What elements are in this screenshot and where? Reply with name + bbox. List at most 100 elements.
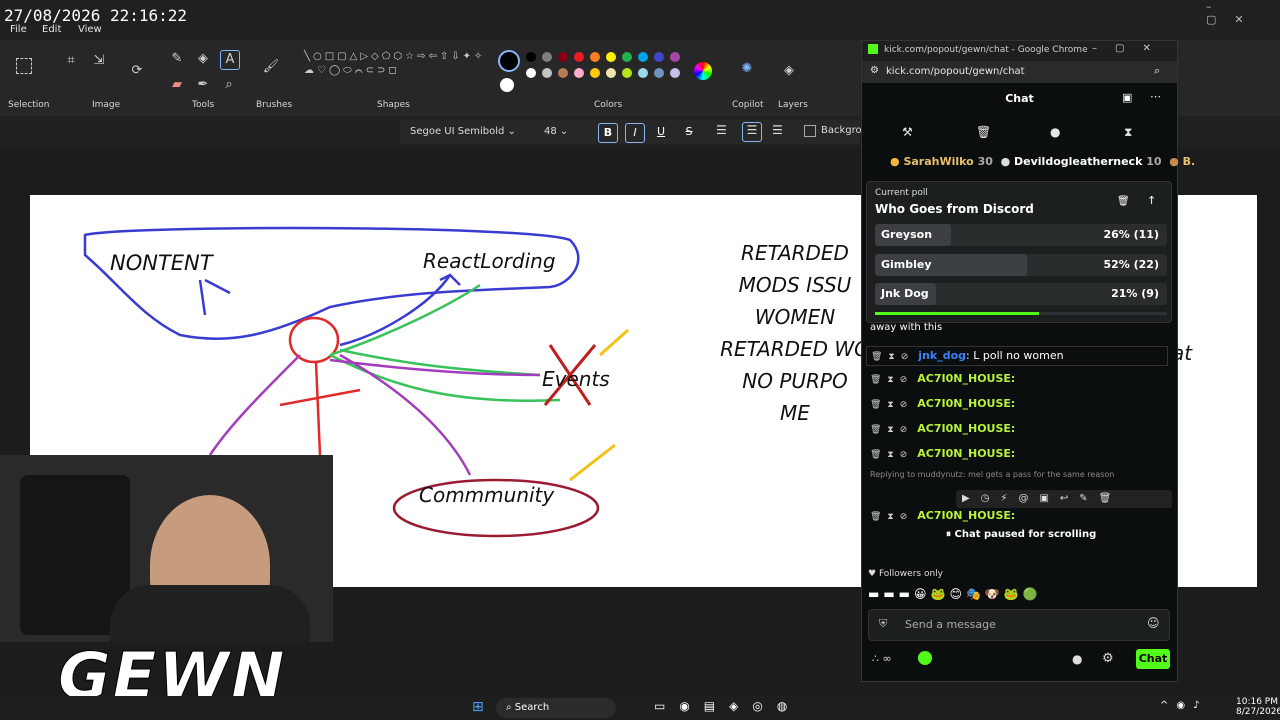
mod-actions-icon[interactable]: 🗑⧗⊘ [870, 512, 913, 522]
palette-swatch[interactable] [590, 52, 600, 62]
palette-swatch[interactable] [622, 68, 632, 78]
kick-icon[interactable] [918, 651, 932, 665]
palette-swatch[interactable] [670, 68, 680, 78]
window-controls[interactable]: –▢✕ [1206, 0, 1280, 26]
color-palette[interactable] [526, 52, 694, 92]
chat-message-2[interactable]: 🗑⧗⊘ AC7I0N_HOUSE: [870, 372, 1015, 385]
text-tool-icon[interactable]: A [220, 50, 240, 70]
palette-swatch[interactable] [558, 68, 568, 78]
color-picker-icon[interactable]: ✒ [194, 76, 212, 94]
crop-icon[interactable]: ⌗ [62, 52, 80, 70]
chrome-window-controls[interactable]: –▢✕ [1092, 43, 1169, 54]
points-icon[interactable]: ∴ ∞ [872, 652, 892, 665]
edit-colors-icon[interactable] [694, 62, 712, 80]
background-checkbox[interactable] [804, 125, 816, 137]
resize-icon[interactable]: ⇲ [90, 52, 108, 70]
mod-actions-icon[interactable]: 🗑⧗⊘ [870, 425, 913, 435]
palette-swatch[interactable] [574, 52, 584, 62]
chat-message-6[interactable]: 🗑⧗⊘ AC7I0N_HOUSE: [870, 509, 1015, 522]
color1-swatch[interactable] [498, 50, 520, 72]
underline-button[interactable]: U [652, 123, 670, 141]
start-icon[interactable]: ⊞ [472, 699, 484, 715]
palette-swatch[interactable] [622, 52, 632, 62]
message-2-user[interactable]: AC7I0N_HOUSE: [917, 372, 1015, 385]
font-dropdown[interactable]: Segoe UI Semibold ⌄ [404, 122, 532, 142]
align-left-icon[interactable]: ☰ [716, 123, 727, 137]
palette-swatch[interactable] [526, 68, 536, 78]
message-5-user[interactable]: AC7I0N_HOUSE: [917, 447, 1015, 460]
message-1-user[interactable]: jnk_dog [918, 349, 966, 362]
fill-icon[interactable]: ◈ [194, 50, 212, 68]
timer-icon[interactable]: ⧗ [1124, 125, 1132, 140]
hammer-icon[interactable]: ⚒ [902, 125, 913, 139]
more-icon[interactable]: ⋯ [1150, 90, 1161, 103]
palette-swatch[interactable] [526, 52, 536, 62]
font-size-dropdown[interactable]: 48 ⌄ [540, 122, 584, 142]
poll-progress-track [875, 312, 1167, 315]
palette-swatch[interactable] [606, 68, 616, 78]
kick-favicon-icon [868, 44, 878, 54]
address-bar[interactable]: ⚙ kick.com/popout/gewn/chat ⌕ [862, 61, 1177, 83]
message-3-user[interactable]: AC7I0N_HOUSE: [917, 397, 1015, 410]
bold-button[interactable]: B [598, 123, 618, 143]
zoom-icon[interactable]: ⌕ [1154, 64, 1160, 78]
palette-swatch[interactable] [638, 52, 648, 62]
palette-swatch[interactable] [654, 68, 664, 78]
palette-swatch[interactable] [590, 68, 600, 78]
palette-swatch[interactable] [542, 68, 552, 78]
palette-swatch[interactable] [638, 68, 648, 78]
chat-settings-bubble-icon[interactable]: ● [1072, 652, 1082, 666]
chat-message-1[interactable]: 🗑⧗⊘ jnk_dog: L poll no women [866, 346, 1168, 366]
chat-bubble-icon[interactable]: ● [1050, 125, 1060, 139]
chat-paused-banner[interactable]: ⏸ Chat paused for scrolling [946, 529, 1097, 540]
palette-swatch[interactable] [574, 68, 584, 78]
chat-message-5[interactable]: 🗑⧗⊘ AC7I0N_HOUSE: [870, 447, 1015, 460]
brush-icon[interactable]: 🖌 [262, 58, 280, 76]
strikethrough-button[interactable]: S [680, 123, 698, 141]
align-center-icon[interactable]: ☰ [742, 122, 762, 142]
message-action-bar[interactable]: ▶◷⚡@▣↩✎🗑 [956, 490, 1172, 508]
chat-message-4[interactable]: 🗑⧗⊘ AC7I0N_HOUSE: [870, 422, 1015, 435]
eraser-icon[interactable]: ▰ [168, 76, 186, 94]
emoji-icon[interactable]: ☺ [1147, 616, 1160, 630]
poll-delete-icon[interactable]: 🗑 [1117, 196, 1130, 207]
palette-swatch[interactable] [606, 52, 616, 62]
site-info-icon[interactable]: ⚙ [870, 65, 879, 76]
pencil-icon[interactable]: ✎ [168, 50, 186, 68]
chat-message-3[interactable]: 🗑⧗⊘ AC7I0N_HOUSE: [870, 397, 1015, 410]
mod-actions-icon[interactable]: 🗑⧗⊘ [871, 352, 914, 362]
mod-actions-icon[interactable]: 🗑⧗⊘ [870, 450, 913, 460]
menu-file[interactable]: File [10, 24, 27, 35]
select-icon[interactable] [16, 58, 32, 74]
magnifier-icon[interactable]: ⌕ [220, 76, 238, 94]
mod-actions-icon[interactable]: 🗑⧗⊘ [870, 400, 913, 410]
message-6-user[interactable]: AC7I0N_HOUSE: [917, 509, 1015, 522]
rotate-icon[interactable]: ⟳ [128, 62, 146, 80]
color2-swatch[interactable] [500, 78, 514, 92]
shapes-gallery[interactable]: ╲○□▢△▷◇⬠⬡☆⇨⇦⇧⇩✦✧☁♡◯⬭⌒⊂⊃◻ [304, 50, 482, 96]
menu-edit[interactable]: Edit [42, 24, 61, 35]
message-input[interactable]: ⛨ Send a message ☺ [868, 609, 1170, 641]
gift-icon[interactable]: ▣ [1122, 91, 1132, 104]
emote-strip[interactable]: ▬▬▬😀🐸😊🎭🐶🐸🟢 [868, 587, 1108, 603]
trash-icon[interactable]: 🗑 [976, 125, 991, 139]
poll-collapse-icon[interactable]: ↑ [1147, 194, 1156, 207]
message-4-user[interactable]: AC7I0N_HOUSE: [917, 422, 1015, 435]
group-tools: Tools [192, 100, 215, 110]
layers-icon[interactable]: ◈ [780, 62, 798, 80]
settings-icon[interactable]: ⚙ [1102, 651, 1114, 666]
mod-actions-icon[interactable]: 🗑⧗⊘ [870, 375, 913, 385]
palette-swatch[interactable] [558, 52, 568, 62]
pinned-apps[interactable]: ▭◉▤◈◎◍ [654, 699, 801, 713]
palette-swatch[interactable] [654, 52, 664, 62]
align-right-icon[interactable]: ☰ [772, 123, 783, 137]
taskbar-search[interactable]: ⌕ Search [496, 698, 616, 718]
tray-icons[interactable]: ^◉♪ [1160, 700, 1208, 711]
menu-view[interactable]: View [78, 24, 102, 35]
chat-send-button[interactable]: Chat [1136, 649, 1170, 669]
copilot-icon[interactable]: ✺ [738, 60, 756, 78]
italic-button[interactable]: I [625, 123, 645, 143]
palette-swatch[interactable] [670, 52, 680, 62]
palette-swatch[interactable] [542, 52, 552, 62]
gifter-1-count: 30 [977, 155, 993, 168]
